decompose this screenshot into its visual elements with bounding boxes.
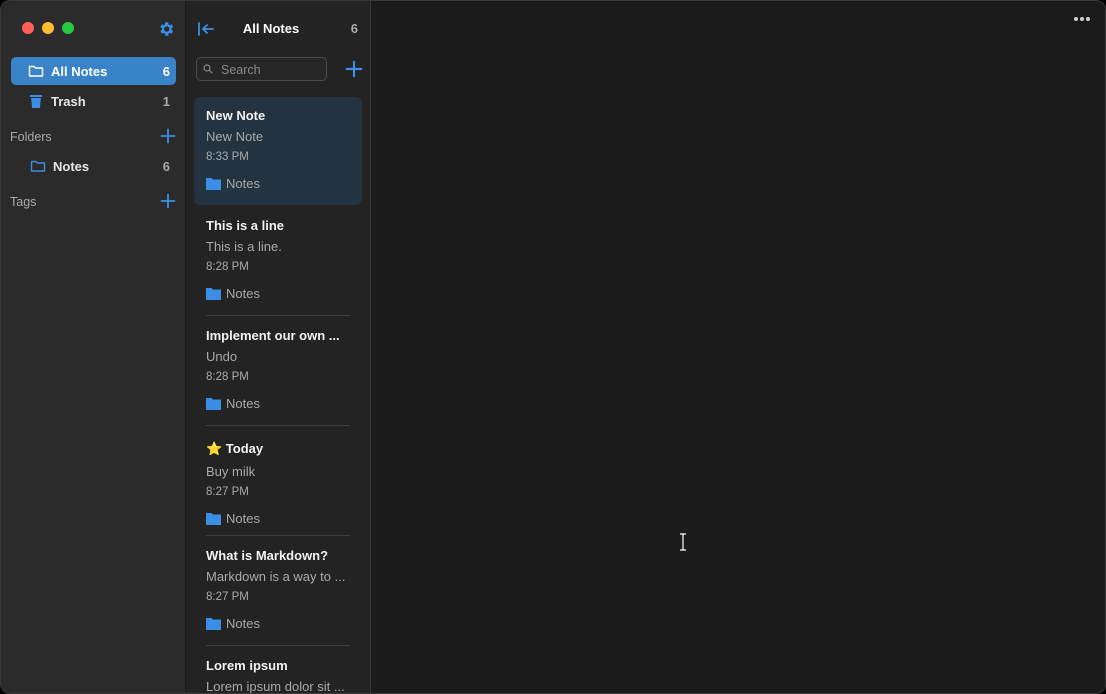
note-time: 8:33 PM — [206, 151, 249, 163]
sidebar-item-trash[interactable]: Trash 1 — [11, 87, 176, 115]
note-title: New Note — [206, 108, 266, 123]
note-folder: Notes — [206, 511, 260, 526]
note-list-count: 6 — [350, 21, 358, 36]
folder-icon — [206, 618, 221, 630]
note-item[interactable]: Lorem ipsum Lorem ipsum dolor sit ... — [194, 647, 362, 694]
sidebar-item-count: 6 — [162, 64, 170, 79]
app-window: All Notes 6 Trash 1 Folders Notes 6 Tags… — [0, 0, 1106, 694]
note-divider — [206, 535, 350, 536]
note-item[interactable]: ⭐ Today Buy milk 8:27 PM Notes — [194, 427, 362, 535]
note-preview: This is a line. — [206, 239, 282, 254]
note-folder-label: Notes — [226, 176, 260, 191]
note-preview: Lorem ipsum dolor sit ... — [206, 679, 345, 694]
note-folder: Notes — [206, 396, 260, 411]
folder-icon — [206, 288, 221, 300]
note-preview: Undo — [206, 349, 238, 364]
note-title: Lorem ipsum — [206, 658, 288, 673]
search-input[interactable] — [219, 61, 323, 79]
note-preview: Buy milk — [206, 464, 256, 479]
note-item[interactable]: This is a line This is a line. 8:28 PM N… — [194, 207, 362, 315]
note-folder: Notes — [206, 616, 260, 631]
note-time: 8:27 PM — [206, 486, 249, 498]
note-folder-label: Notes — [226, 396, 260, 411]
note-time: 8:27 PM — [206, 591, 249, 603]
close-window-button[interactable] — [22, 22, 34, 34]
note-folder: Notes — [206, 176, 260, 191]
note-folder-label: Notes — [226, 616, 260, 631]
note-preview: New Note — [206, 129, 264, 144]
folders-section-header: Folders — [10, 127, 176, 147]
zoom-window-button[interactable] — [62, 22, 74, 34]
note-time: 8:28 PM — [206, 261, 249, 273]
sidebar-item-all-notes[interactable]: All Notes 6 — [11, 57, 176, 85]
trash-icon — [30, 95, 42, 108]
note-title: This is a line — [206, 218, 285, 233]
text-cursor-icon — [680, 533, 686, 551]
folder-outline-icon — [28, 65, 44, 77]
add-tag-icon[interactable] — [160, 193, 176, 209]
note-divider — [206, 425, 350, 426]
note-item[interactable]: What is Markdown? Markdown is a way to .… — [194, 537, 362, 645]
search-box[interactable] — [196, 57, 327, 81]
sidebar-folder-label: Notes — [53, 159, 90, 174]
note-title: ⭐ Today — [206, 441, 264, 456]
note-item[interactable]: Implement our own ... Undo 8:28 PM Notes — [194, 317, 362, 425]
sidebar-item-label: All Notes — [51, 64, 108, 79]
note-title: Implement our own ... — [206, 328, 340, 343]
tags-header-label: Tags — [10, 195, 37, 209]
note-list-title: All Notes — [242, 21, 300, 36]
folders-header-label: Folders — [10, 130, 52, 144]
note-divider — [206, 315, 350, 316]
add-folder-icon[interactable] — [160, 128, 176, 144]
note-title: What is Markdown? — [206, 548, 329, 563]
folder-icon — [206, 513, 221, 525]
sidebar-item-count: 1 — [162, 94, 170, 109]
folder-icon — [206, 178, 221, 190]
window-controls — [22, 22, 74, 34]
folder-outline-icon — [30, 160, 46, 172]
sidebar-item-label: Trash — [51, 94, 86, 109]
sidebar-folder-notes[interactable]: Notes 6 — [11, 152, 176, 180]
note-folder-label: Notes — [226, 286, 260, 301]
note-preview: Markdown is a way to ... — [206, 569, 346, 584]
folder-icon — [206, 398, 221, 410]
sidebar-folder-count: 6 — [162, 159, 170, 174]
note-folder-label: Notes — [226, 511, 260, 526]
search-icon — [203, 64, 213, 74]
new-note-icon[interactable] — [345, 60, 363, 78]
note-editor[interactable] — [371, 1, 1105, 693]
gear-icon[interactable] — [157, 20, 175, 38]
note-list-panel: All Notes 6 New Note New Note 8:33 PM No… — [186, 1, 371, 694]
note-time: 8:28 PM — [206, 371, 249, 383]
minimize-window-button[interactable] — [42, 22, 54, 34]
note-folder: Notes — [206, 286, 260, 301]
note-divider — [206, 645, 350, 646]
tags-section-header: Tags — [10, 192, 176, 212]
sidebar: All Notes 6 Trash 1 Folders Notes 6 Tags — [1, 1, 186, 693]
more-options-icon[interactable] — [1073, 16, 1091, 22]
note-item[interactable]: New Note New Note 8:33 PM Notes — [194, 97, 362, 205]
